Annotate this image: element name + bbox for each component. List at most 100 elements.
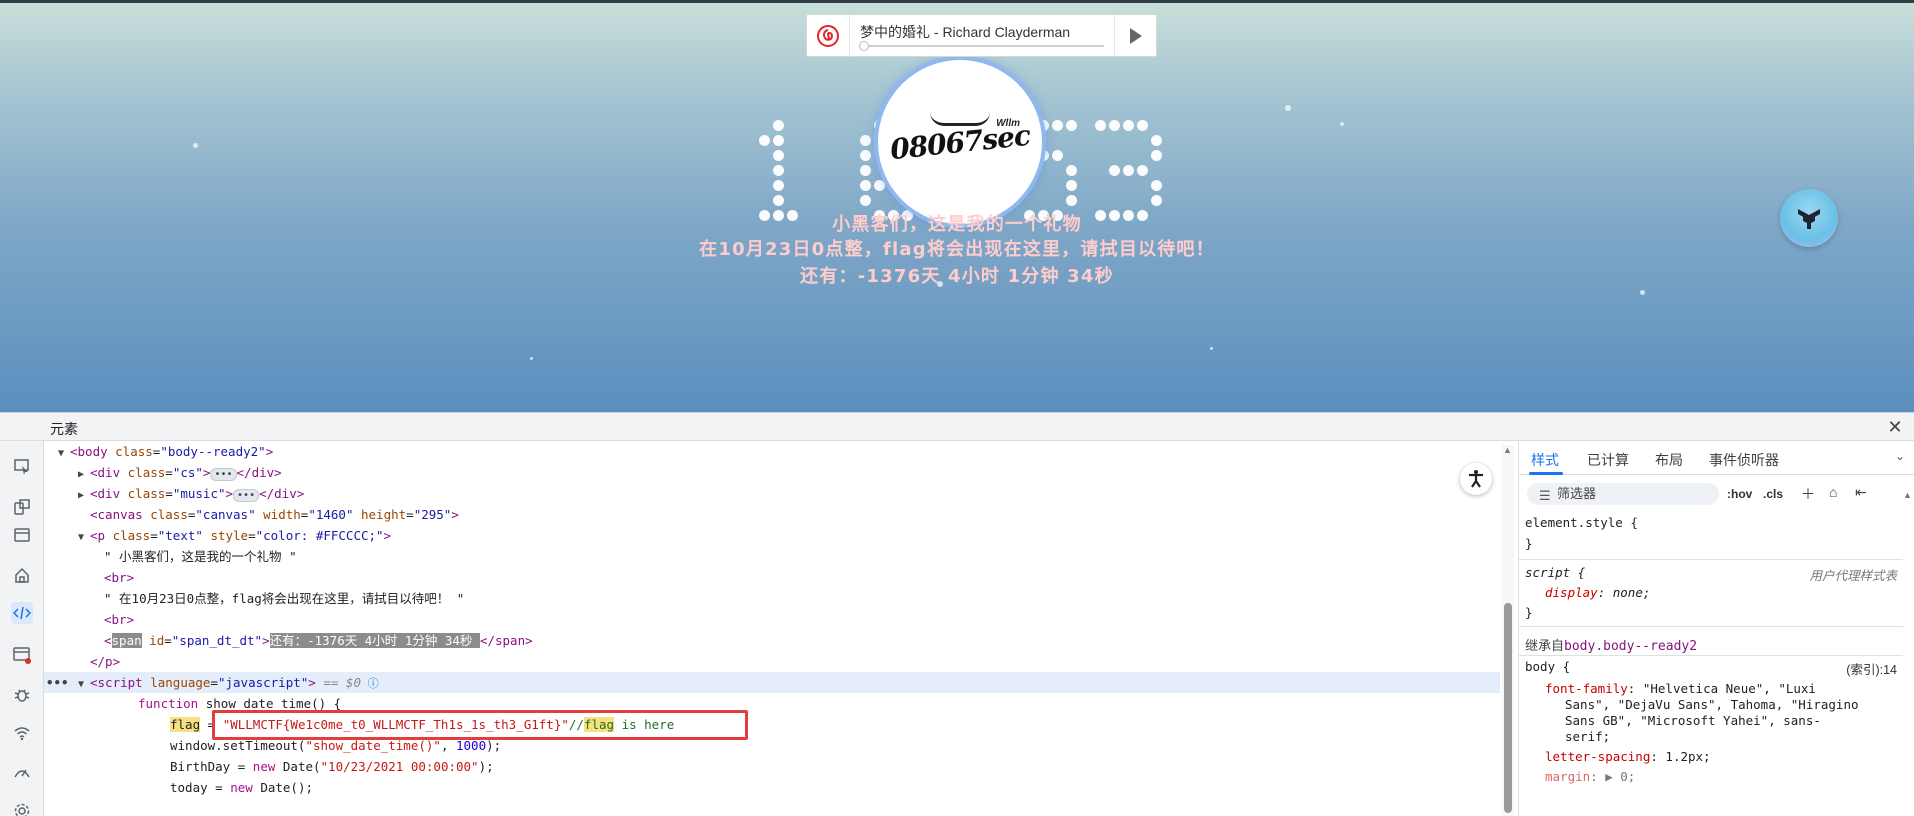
clock-dot bbox=[860, 150, 871, 161]
dom-node-div-cs[interactable]: ▶ <div class="cs"> ••• </div> bbox=[44, 462, 1500, 483]
clock-dot bbox=[1137, 165, 1148, 176]
styles-tab-bar: 样式 已计算 布局 事件侦听器 ⌄ bbox=[1519, 441, 1914, 475]
clock-dot bbox=[773, 165, 784, 176]
collapse-triangle-icon[interactable]: ▼ bbox=[58, 443, 70, 464]
network-wifi-icon[interactable] bbox=[11, 722, 33, 744]
prop-display[interactable]: display bbox=[1545, 585, 1598, 600]
selector-script[interactable]: script { bbox=[1525, 565, 1585, 580]
clock-dot bbox=[1052, 180, 1063, 191]
rule-close-brace: } bbox=[1525, 536, 1533, 551]
clock-dot bbox=[1123, 120, 1134, 131]
ellipsis-icon[interactable]: ••• bbox=[233, 489, 260, 502]
browser-window-icon[interactable] bbox=[11, 524, 33, 546]
flag-highlight-box bbox=[212, 710, 748, 740]
dom-node-body[interactable]: ▼ <body class="body--ready2"> bbox=[44, 441, 1500, 462]
dom-node-br[interactable]: <br> bbox=[44, 609, 1500, 630]
close-icon[interactable]: ✕ bbox=[1886, 418, 1904, 436]
dom-node-script-selected[interactable]: ••• ▼ <script language="javascript"> == $0… bbox=[44, 672, 1500, 693]
dom-node-div-music[interactable]: ▶ <div class="music"> ••• </div> bbox=[44, 483, 1500, 504]
dom-node-br[interactable]: <br> bbox=[44, 567, 1500, 588]
clock-dot bbox=[874, 180, 885, 191]
prop-letter-spacing[interactable]: letter-spacing bbox=[1545, 749, 1650, 764]
clock-dot bbox=[1066, 150, 1077, 161]
chevron-down-icon[interactable]: ⌄ bbox=[1895, 449, 1905, 463]
dom-scrollbar[interactable]: ▲ bbox=[1502, 445, 1514, 816]
expand-triangle-icon[interactable]: ▶ bbox=[78, 464, 90, 485]
cls-toggle[interactable]: .cls bbox=[1763, 487, 1783, 501]
tab-computed[interactable]: 已计算 bbox=[1587, 450, 1629, 470]
avatar[interactable]: 08067sec Wllm bbox=[878, 60, 1042, 224]
clock-dot bbox=[1066, 165, 1077, 176]
clock-dot bbox=[1052, 195, 1063, 206]
val-font-family[interactable]: "Helvetica Neue", "Luxi bbox=[1643, 681, 1816, 696]
val-display[interactable]: none; bbox=[1613, 585, 1651, 600]
inspect-element-icon[interactable] bbox=[11, 456, 33, 478]
netease-music-icon[interactable] bbox=[807, 14, 850, 57]
dom-node-p-close[interactable]: </p> bbox=[44, 651, 1500, 672]
new-rule-plus-icon[interactable]: ＋ bbox=[1801, 484, 1815, 504]
ellipsis-icon[interactable]: ••• bbox=[210, 468, 237, 481]
dom-text-node[interactable]: " 小黑客们，这是我的一个礼物 " bbox=[44, 546, 1500, 567]
elements-code-icon[interactable] bbox=[11, 602, 33, 624]
collapse-triangle-icon[interactable]: ▼ bbox=[78, 674, 90, 695]
assistant-float-button[interactable] bbox=[1780, 189, 1838, 247]
dom-node-canvas[interactable]: <canvas class="canvas" width="1460" heig… bbox=[44, 504, 1500, 525]
scrollbar-thumb[interactable] bbox=[1504, 603, 1512, 813]
accessibility-icon[interactable] bbox=[1460, 463, 1492, 495]
progress-bar[interactable] bbox=[860, 45, 1104, 47]
play-button[interactable] bbox=[1114, 15, 1156, 56]
device-toolbar-icon[interactable] bbox=[11, 496, 33, 518]
rule-source-link[interactable]: (索引):14 bbox=[1846, 659, 1897, 678]
performance-gauge-icon[interactable] bbox=[11, 762, 33, 784]
clock-dot bbox=[1123, 165, 1134, 176]
styles-filter-input[interactable]: ☰ 筛选器 bbox=[1527, 483, 1719, 505]
edit-console-icon[interactable]: ⓘ bbox=[361, 677, 379, 690]
inherited-class-link[interactable]: body.body--ready2 bbox=[1564, 639, 1697, 654]
clock-dot bbox=[801, 165, 812, 176]
welcome-home-icon[interactable] bbox=[11, 564, 33, 586]
code-line-birthday: BirthDay = new Date("10/23/2021 00:00:00… bbox=[170, 759, 494, 774]
dom-node-span-countdown[interactable]: <span id="span_dt_dt">还有：-1376天 4小时 1分钟 … bbox=[44, 630, 1500, 651]
clock-dot bbox=[1038, 165, 1049, 176]
clock-dot bbox=[1137, 195, 1148, 206]
prop-margin[interactable]: margin bbox=[1545, 769, 1590, 784]
selector-body[interactable]: body { bbox=[1525, 659, 1570, 674]
paint-brush-icon[interactable]: ⌂ bbox=[1829, 484, 1837, 500]
prop-font-family[interactable]: font-family bbox=[1545, 681, 1628, 696]
tab-styles[interactable]: 样式 bbox=[1531, 450, 1559, 470]
clock-dot bbox=[1151, 135, 1162, 146]
clock-dot bbox=[1095, 135, 1106, 146]
progress-knob[interactable] bbox=[859, 41, 869, 51]
tab-layout[interactable]: 布局 bbox=[1655, 450, 1683, 470]
tab-event-listeners[interactable]: 事件侦听器 bbox=[1709, 450, 1779, 470]
more-actions-icon[interactable]: ••• bbox=[46, 672, 69, 693]
settings-gear-icon[interactable] bbox=[11, 800, 33, 816]
clock-dot bbox=[787, 135, 798, 146]
clock-dot bbox=[787, 150, 798, 161]
background-star bbox=[1640, 290, 1645, 295]
clock-dot bbox=[787, 120, 798, 131]
clock-dot bbox=[860, 180, 871, 191]
dom-text-node[interactable]: " 在10月23日0点整，flag将会出现在这里，请拭目以待吧！ " bbox=[44, 588, 1500, 609]
dom-node-p-text[interactable]: ▼ <p class="text" style="color: #FFCCCC;"… bbox=[44, 525, 1500, 546]
scroll-up-icon[interactable]: ▲ bbox=[1903, 490, 1912, 500]
collapse-triangle-icon[interactable]: ▼ bbox=[78, 527, 90, 548]
console-icon[interactable] bbox=[11, 644, 33, 666]
styles-scrollbar[interactable]: ▲ bbox=[1903, 490, 1913, 816]
hov-toggle[interactable]: :hov bbox=[1727, 487, 1752, 501]
debugger-bug-icon[interactable] bbox=[11, 684, 33, 706]
expand-triangle-icon[interactable]: ▶ bbox=[78, 485, 90, 506]
scroll-up-icon[interactable]: ▲ bbox=[1503, 445, 1512, 455]
play-icon bbox=[1129, 27, 1142, 44]
clock-dot bbox=[1095, 180, 1106, 191]
clock-dot bbox=[773, 195, 784, 206]
val-font-family-cont: serif; bbox=[1565, 729, 1611, 744]
filter-icon: ☰ bbox=[1539, 488, 1551, 503]
background-star bbox=[1340, 122, 1344, 126]
val-letter-spacing[interactable]: 1.2px; bbox=[1665, 749, 1710, 764]
selector-element-style[interactable]: element.style { bbox=[1525, 515, 1638, 530]
toggle-sidebar-icon[interactable]: ⇤ bbox=[1855, 484, 1867, 501]
devtools-activity-bar bbox=[0, 441, 44, 816]
song-title: 梦中的婚礼 - Richard Clayderman bbox=[860, 24, 1071, 40]
val-margin[interactable]: 0; bbox=[1620, 769, 1635, 784]
